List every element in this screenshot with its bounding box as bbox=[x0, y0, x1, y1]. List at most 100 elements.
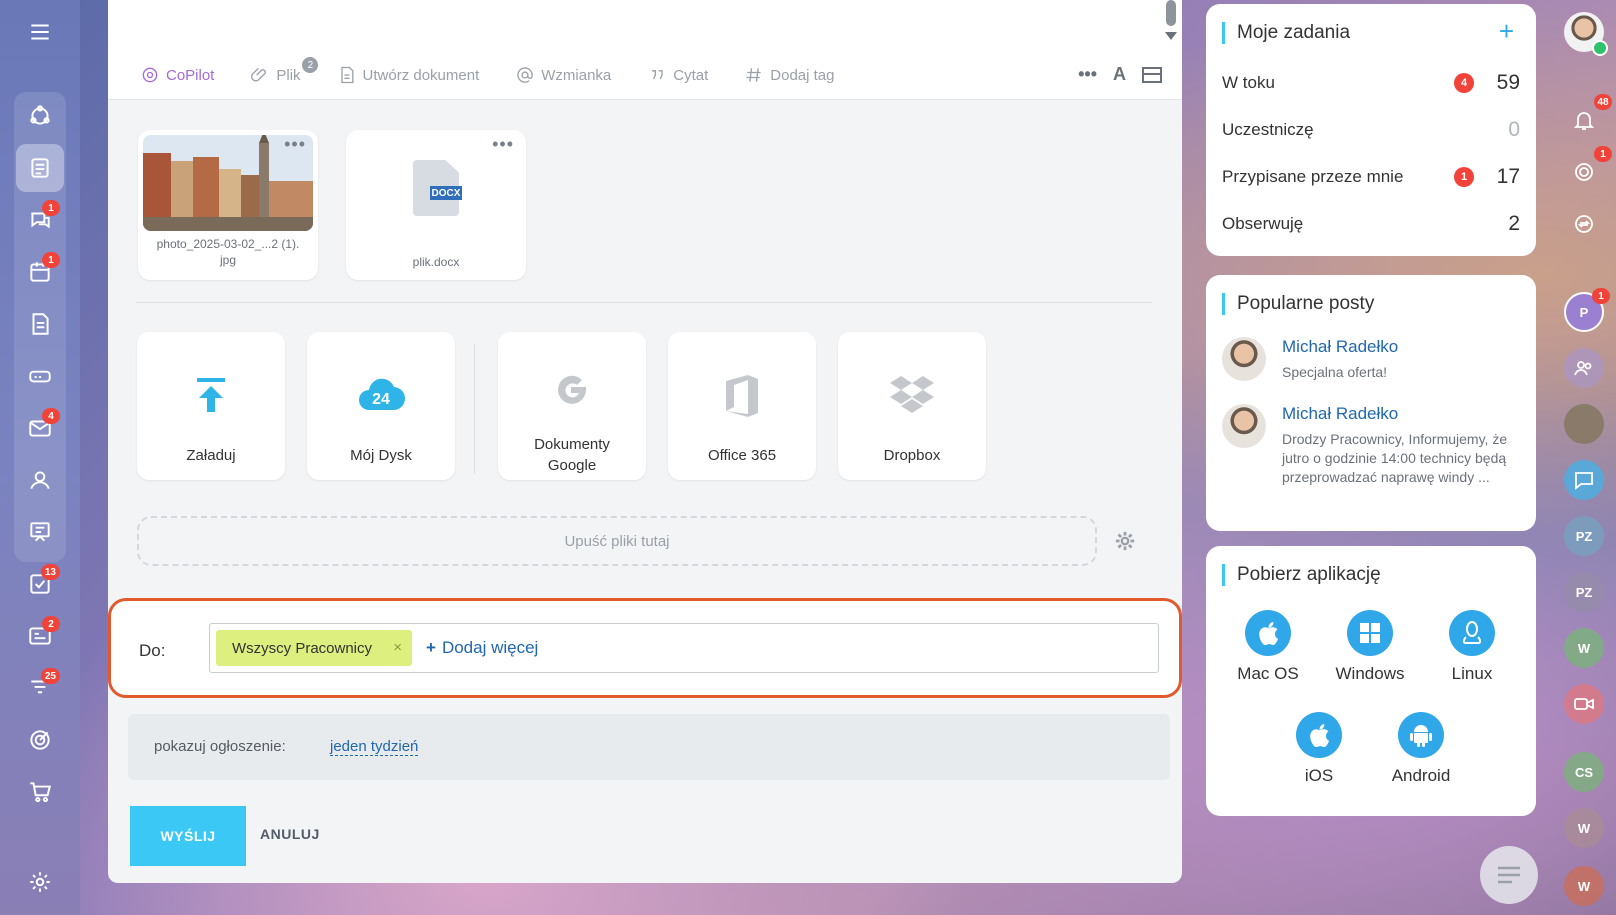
calendar-badge: 1 bbox=[42, 252, 60, 268]
post-author[interactable]: Michał Radełko bbox=[1282, 404, 1398, 424]
feed-nav-icon[interactable] bbox=[16, 144, 64, 192]
user-avatar[interactable] bbox=[1564, 12, 1608, 56]
office365-label: Office 365 bbox=[707, 447, 777, 464]
add-tag-button[interactable]: Dodaj tag bbox=[744, 65, 835, 85]
dropbox-source-button[interactable]: Dropbox bbox=[838, 332, 986, 480]
news-nav-icon[interactable]: 2 bbox=[16, 612, 64, 660]
chat-bubble-icon[interactable] bbox=[1564, 460, 1604, 500]
app-linux[interactable]: Linux bbox=[1422, 610, 1522, 684]
upload-label: Załaduj bbox=[186, 447, 236, 464]
target-nav-icon[interactable] bbox=[16, 716, 64, 764]
download-apps-title: Pobierz aplikację bbox=[1222, 564, 1381, 586]
upload-source-button[interactable]: Załaduj bbox=[137, 332, 285, 480]
bell-icon[interactable]: 48 bbox=[1564, 94, 1612, 140]
editor-top-area[interactable]: CoPilot Plik 2 Utwórz dokument Wzmianka … bbox=[108, 0, 1182, 100]
gear-icon[interactable] bbox=[1114, 530, 1136, 552]
task-row-participating[interactable]: Uczestniczę 0 bbox=[1222, 115, 1520, 145]
employees-nav-icon[interactable] bbox=[16, 456, 64, 504]
file-options-icon[interactable]: ••• bbox=[284, 134, 306, 155]
photo-avatar[interactable] bbox=[1564, 404, 1604, 444]
video-call-icon[interactable] bbox=[1564, 684, 1604, 724]
docx-file-basename: plik bbox=[412, 255, 431, 269]
avatar-w-1[interactable]: W bbox=[1564, 628, 1604, 668]
copilot-button[interactable]: CoPilot bbox=[140, 65, 214, 85]
announcement-duration-link[interactable]: jeden tydzień bbox=[330, 738, 419, 756]
drive-nav-icon[interactable] bbox=[16, 352, 64, 400]
chat-nav-icon[interactable]: 1 bbox=[16, 196, 64, 244]
google-docs-source-button[interactable]: Dokumenty Google bbox=[498, 332, 646, 480]
app-label: Android bbox=[1391, 766, 1451, 785]
target-icon[interactable]: 1 bbox=[1564, 146, 1612, 192]
avatar-p[interactable]: P 1 bbox=[1564, 288, 1610, 332]
menu-icon[interactable] bbox=[16, 8, 64, 56]
task-row-badge: 4 bbox=[1454, 73, 1474, 93]
task-row-label: Uczestniczę bbox=[1222, 120, 1314, 139]
post-author[interactable]: Michał Radełko bbox=[1282, 337, 1398, 357]
panel-toggle-icon[interactable] bbox=[1142, 66, 1162, 84]
task-row-label: Obserwuję bbox=[1222, 214, 1304, 233]
tasks-nav-icon[interactable]: 13 bbox=[16, 560, 64, 608]
send-button[interactable]: WYŚLIJ bbox=[130, 806, 246, 866]
task-row-watching[interactable]: Obserwuję 2 bbox=[1222, 209, 1520, 239]
more-options-icon[interactable]: ••• bbox=[1078, 64, 1097, 85]
file-button[interactable]: Plik 2 bbox=[250, 57, 319, 85]
filter-badge: 25 bbox=[40, 668, 60, 684]
cloud-24-icon: 24 bbox=[307, 368, 455, 424]
my-drive-source-button[interactable]: 24 Mój Dysk bbox=[307, 332, 455, 480]
post-item[interactable]: Michał Radełko Specjalna oferta! bbox=[1222, 337, 1520, 393]
recipients-field[interactable]: Wszyscy Pracownicy × + Dodaj więcej bbox=[209, 623, 1159, 673]
scrollbar-thumb[interactable] bbox=[1166, 0, 1176, 26]
office365-source-button[interactable]: Office 365 bbox=[668, 332, 816, 480]
task-row-assigned-by-me[interactable]: Przypisane przeze mnie 1 17 bbox=[1222, 162, 1520, 192]
add-more-recipients-link[interactable]: + Dodaj więcej bbox=[426, 638, 538, 658]
editor-toolbar: CoPilot Plik 2 Utwórz dokument Wzmianka … bbox=[140, 57, 871, 88]
create-document-button[interactable]: Utwórz dokument bbox=[337, 65, 480, 85]
app-macos[interactable]: Mac OS bbox=[1218, 610, 1318, 684]
at-sign-icon bbox=[517, 67, 533, 83]
add-task-icon[interactable]: + bbox=[1499, 16, 1514, 47]
documents-nav-icon[interactable] bbox=[16, 300, 64, 348]
add-tag-label: Dodaj tag bbox=[770, 66, 835, 84]
apple-icon bbox=[1245, 610, 1291, 656]
filter-nav-icon[interactable]: 25 bbox=[16, 664, 64, 712]
mention-button[interactable]: Wzmianka bbox=[515, 65, 611, 85]
app-ios[interactable]: iOS bbox=[1269, 712, 1369, 786]
calendar-nav-icon[interactable]: 1 bbox=[16, 248, 64, 296]
cart-nav-icon[interactable] bbox=[16, 768, 64, 816]
avatar-pz-1[interactable]: PZ bbox=[1564, 516, 1604, 556]
recipient-chip[interactable]: Wszyscy Pracownicy × bbox=[216, 630, 413, 666]
settings-nav-icon[interactable] bbox=[16, 858, 64, 906]
recipients-label: Do: bbox=[139, 641, 166, 660]
group-chat-icon[interactable] bbox=[1564, 348, 1604, 388]
app-windows[interactable]: Windows bbox=[1320, 610, 1420, 684]
file-card-docx[interactable]: ••• DOCX plik.docx bbox=[346, 130, 526, 280]
post-text: Specjalna oferta! bbox=[1282, 364, 1388, 380]
right-rail: 48 1 P 1 PZ PZ W CS W W bbox=[1552, 0, 1616, 915]
app-android[interactable]: Android bbox=[1371, 712, 1471, 786]
sync-chat-icon[interactable] bbox=[1564, 204, 1604, 244]
app-label: Linux bbox=[1451, 664, 1493, 683]
avatar-w-2[interactable]: W bbox=[1564, 808, 1604, 848]
post-item[interactable]: Michał Radełko Drodzy Pracownicy, Inform… bbox=[1222, 404, 1520, 514]
avatar-pz-2[interactable]: PZ bbox=[1564, 572, 1604, 612]
file-count-badge: 2 bbox=[302, 57, 319, 73]
avatar-w-3[interactable]: W bbox=[1564, 866, 1604, 906]
boards-nav-icon[interactable] bbox=[16, 508, 64, 556]
text-format-icon[interactable]: A bbox=[1113, 64, 1126, 85]
file-options-icon[interactable]: ••• bbox=[492, 134, 514, 155]
remove-recipient-icon[interactable]: × bbox=[393, 639, 402, 656]
chat-list-button[interactable] bbox=[1480, 846, 1538, 904]
cancel-button[interactable]: ANULUJ bbox=[260, 826, 320, 842]
avatar-cs[interactable]: CS bbox=[1564, 752, 1604, 792]
tasks-badge: 13 bbox=[40, 564, 60, 580]
file-card-photo[interactable]: ••• photo_2025-03-02_...2 (1). jpg bbox=[138, 130, 318, 280]
mail-nav-icon[interactable]: 4 bbox=[16, 404, 64, 452]
copilot-nav-icon[interactable] bbox=[16, 92, 64, 140]
quote-icon bbox=[652, 70, 663, 80]
file-drop-zone[interactable]: Upuść pliki tutaj bbox=[137, 516, 1097, 566]
create-document-label: Utwórz dokument bbox=[362, 66, 480, 84]
quote-button[interactable]: Cytat bbox=[647, 65, 708, 85]
my-tasks-title[interactable]: Moje zadania bbox=[1222, 22, 1350, 44]
task-row-in-progress[interactable]: W toku 4 59 bbox=[1222, 68, 1520, 98]
scroll-down-arrow[interactable] bbox=[1165, 32, 1177, 40]
